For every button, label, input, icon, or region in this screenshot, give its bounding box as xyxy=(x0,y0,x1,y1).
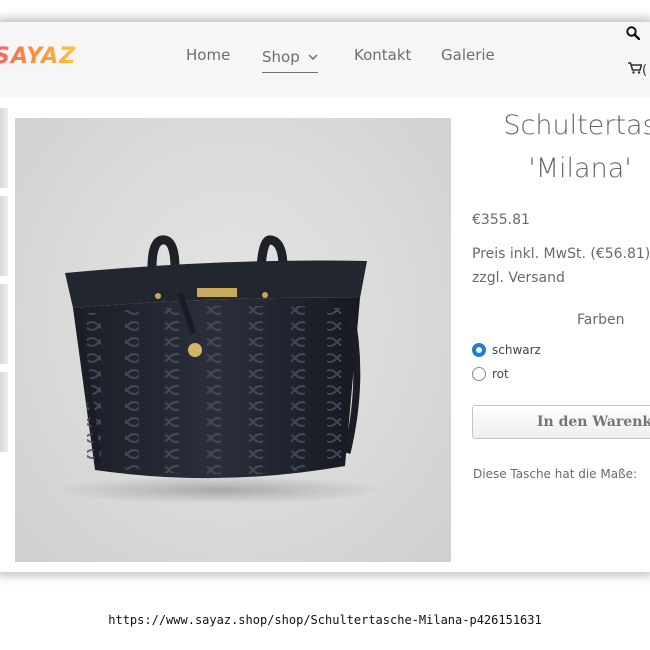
nav-shop[interactable]: Shop xyxy=(262,46,318,73)
product-title-line-2: 'Milana' xyxy=(528,153,632,184)
variant-option-rot[interactable]: rot xyxy=(472,363,509,382)
site-logo[interactable]: SAYAZ xyxy=(0,44,76,69)
product-description: Diese Tasche hat die Maße: xyxy=(473,467,638,481)
add-to-cart-button[interactable]: In den Warenko xyxy=(472,405,650,439)
cart-count: ( xyxy=(642,63,648,78)
chevron-down-icon xyxy=(308,46,318,64)
nav-galerie[interactable]: Galerie xyxy=(441,46,495,64)
nav-shop-label: Shop xyxy=(262,48,300,66)
thumbnail-4[interactable] xyxy=(0,372,8,452)
product-price: €355.81 xyxy=(472,212,530,228)
browser-page: SAYAZ Home Shop Kontakt Galerie (Schult… xyxy=(0,22,650,572)
page-url: https://www.sayaz.shop/shop/Schultertasc… xyxy=(108,613,542,627)
radio-button[interactable] xyxy=(472,367,486,381)
handbag-photo xyxy=(55,235,385,504)
nav-kontakt[interactable]: Kontakt xyxy=(354,46,411,64)
product-title: Schultertas 'Milana' xyxy=(480,104,650,190)
variant-option-schwarz[interactable]: schwarz xyxy=(472,339,541,358)
thumbnail-1[interactable] xyxy=(0,108,8,188)
search-icon[interactable] xyxy=(626,25,641,44)
shipping-info: zzgl. Versand xyxy=(472,270,565,286)
thumbnail-3[interactable] xyxy=(0,284,8,364)
nav-home[interactable]: Home xyxy=(186,46,230,64)
product-main-image[interactable] xyxy=(15,118,451,562)
variants-label: Farben xyxy=(577,312,625,328)
tax-info-block: Preis inkl. MwSt. (€56.81) zzgl. Versand xyxy=(472,242,650,290)
radio-button-checked[interactable] xyxy=(472,343,486,357)
variant-label: rot xyxy=(492,367,509,381)
product-title-line-1: Schultertas xyxy=(503,110,650,141)
shopping-cart-icon xyxy=(628,62,643,78)
site-header: SAYAZ Home Shop Kontakt Galerie ( xyxy=(0,22,650,97)
variant-label: schwarz xyxy=(492,343,541,357)
thumbnail-2[interactable] xyxy=(0,196,8,276)
tax-info: Preis inkl. MwSt. (€56.81) xyxy=(472,246,650,262)
cart-link[interactable]: ( xyxy=(628,62,647,78)
